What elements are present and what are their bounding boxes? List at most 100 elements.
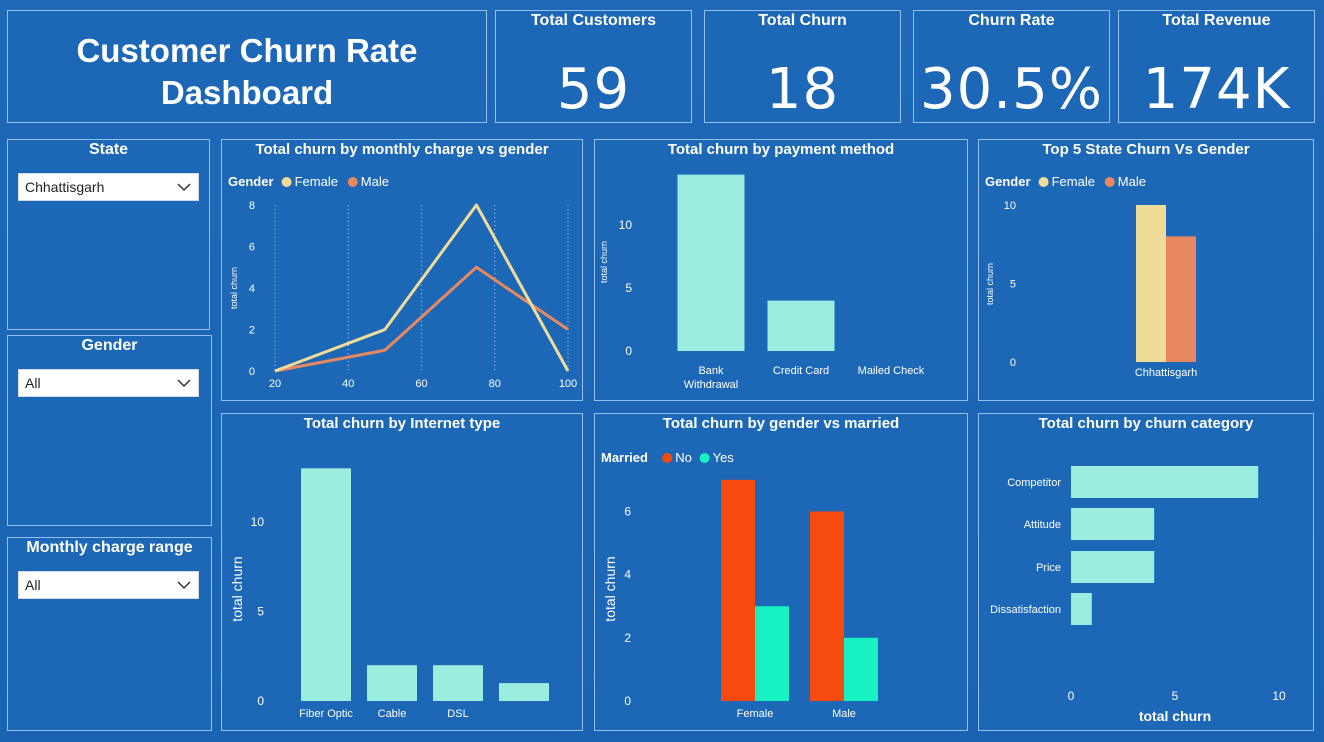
y-tick-label: 2 — [624, 631, 631, 645]
title-panel: Customer Churn Rate Dashboard — [7, 10, 487, 123]
y-axis-title: total churn — [229, 556, 245, 621]
kpi-value: 59 — [556, 57, 631, 122]
kpi-total-customers: Total Customers 59 — [495, 10, 692, 123]
y-tick-label: Attitude — [1024, 519, 1061, 531]
monthly-charge-line-chart: Gender Female Male 20 40 60 80 100 0 2 4 6 8 total ch… — [228, 174, 577, 390]
chart-title: Total churn by monthly charge vs gender — [255, 141, 549, 158]
kpi-churn-rate: Churn Rate 30.5% — [913, 10, 1110, 123]
bar-married-yes — [844, 637, 878, 701]
bar — [499, 683, 549, 701]
y-tick-label: 4 — [249, 283, 255, 295]
dashboard-title-line1: Customer Churn Rate — [76, 32, 418, 69]
x-tick-label: Mailed Check — [858, 365, 925, 377]
kpi-value: 174K — [1142, 57, 1291, 122]
chart-internet-type: Total churn by Internet type 0 5 10 total c… — [221, 413, 583, 731]
bar — [1071, 593, 1092, 625]
chart-title: Total churn by payment method — [667, 141, 895, 158]
x-tick-label: Fiber Optic — [299, 708, 353, 720]
y-tick-label: 0 — [249, 366, 255, 378]
gender-married-bar-chart: Married No Yes 0 2 4 6 total churn Female Male — [601, 450, 878, 720]
state-dropdown[interactable]: Chhattisgarh — [18, 173, 199, 201]
y-tick-label: 10 — [251, 515, 265, 529]
y-axis-title: total churn — [599, 241, 609, 283]
chart-title: Total churn by Internet type — [303, 415, 501, 432]
internet-type-bar-chart: 0 5 10 total churn Fiber Optic Cable DSL — [229, 468, 549, 720]
chart-gender-married: Total churn by gender vs married Married… — [594, 413, 968, 731]
monthly-charge-dropdown[interactable]: All — [18, 571, 199, 599]
y-tick-label: 8 — [249, 200, 255, 212]
kpi-label: Total Customers — [530, 12, 657, 29]
y-tick-label: 0 — [257, 694, 264, 708]
gender-slicer: Gender All — [7, 335, 212, 526]
kpi-total-revenue: Total Revenue 174K — [1118, 10, 1315, 123]
bar — [767, 300, 835, 351]
y-tick-label: 0 — [625, 344, 632, 358]
x-tick-label: Credit Card — [773, 365, 829, 377]
x-tick-label: 40 — [342, 378, 354, 390]
y-tick-label: 6 — [249, 242, 255, 254]
legend-marker — [281, 177, 292, 187]
chevron-down-icon — [177, 581, 191, 590]
chevron-down-icon — [177, 183, 191, 192]
legend-label: Female — [1052, 174, 1095, 189]
x-tick-label: Withdrawal — [684, 379, 738, 391]
x-tick-label: 60 — [415, 378, 427, 390]
kpi-label: Churn Rate — [968, 12, 1055, 29]
chart-churn-category: Total churn by churn category Competitor… — [978, 413, 1314, 731]
bar — [367, 665, 417, 701]
bar — [301, 468, 351, 701]
x-tick-label: 5 — [1172, 689, 1179, 703]
y-tick-label: Price — [1036, 562, 1061, 574]
chart-title: Top 5 State Churn Vs Gender — [1042, 141, 1250, 158]
chart-title: Total churn by churn category — [1038, 415, 1254, 432]
x-axis-title: total churn — [1139, 708, 1211, 724]
chart-title: Total churn by gender vs married — [662, 415, 900, 432]
slicer-label: State — [88, 141, 129, 158]
y-tick-label: 0 — [1010, 357, 1016, 369]
legend-title: Gender — [228, 174, 274, 189]
legend-title: Gender — [985, 174, 1031, 189]
kpi-total-churn: Total Churn 18 — [704, 10, 901, 123]
kpi-value: 30.5% — [920, 57, 1103, 122]
x-tick-label: 10 — [1272, 689, 1286, 703]
bar — [1071, 551, 1155, 583]
y-tick-label: 10 — [1004, 200, 1016, 212]
x-tick-label: 0 — [1068, 689, 1075, 703]
chart-monthly-charge: Total churn by monthly charge vs gender … — [221, 139, 583, 401]
kpi-label: Total Revenue — [1162, 12, 1271, 29]
legend-marker — [1038, 177, 1049, 187]
x-tick-label: DSL — [447, 708, 468, 720]
x-tick-label: 80 — [489, 378, 501, 390]
legend-label: No — [675, 450, 692, 465]
slicer-label: Gender — [81, 337, 138, 354]
legend-label: Male — [1118, 174, 1146, 189]
x-tick-label: Cable — [378, 708, 407, 720]
legend-marker — [1104, 177, 1115, 187]
chart-top5-state: Top 5 State Churn Vs Gender Gender Female… — [978, 139, 1314, 401]
x-tick-label: Bank — [698, 365, 724, 377]
bar-married-yes — [755, 606, 789, 701]
y-tick-label: 5 — [625, 281, 632, 295]
y-tick-label: 0 — [624, 694, 631, 708]
dropdown-value: All — [25, 375, 41, 391]
y-tick-label: 4 — [624, 568, 631, 582]
x-tick-label: Female — [737, 708, 774, 720]
legend-marker — [347, 177, 358, 187]
bar — [1071, 508, 1155, 540]
dropdown-value: Chhattisgarh — [25, 179, 105, 195]
y-tick-label: 10 — [619, 218, 633, 232]
top5-state-bar-chart: Gender Female Male 0 5 10 total churn Chhattisg… — [985, 174, 1197, 379]
kpi-value: 18 — [765, 57, 840, 122]
bar-female — [1136, 205, 1166, 362]
payment-method-bar-chart: 0 5 10 total churn Bank Withdrawal Credit Card… — [599, 174, 925, 391]
y-tick-label: 2 — [249, 325, 255, 337]
legend-label: Male — [361, 174, 389, 189]
slicer-label: Monthly charge range — [26, 539, 193, 556]
y-tick-label: Dissatisfaction — [990, 604, 1061, 616]
legend-marker — [662, 453, 673, 463]
gender-dropdown[interactable]: All — [18, 369, 199, 397]
dashboard-title-line2: Dashboard — [160, 74, 334, 111]
bar-male — [1166, 236, 1196, 362]
y-tick-label: Competitor — [1007, 477, 1061, 489]
y-tick-label: 5 — [1010, 279, 1016, 291]
